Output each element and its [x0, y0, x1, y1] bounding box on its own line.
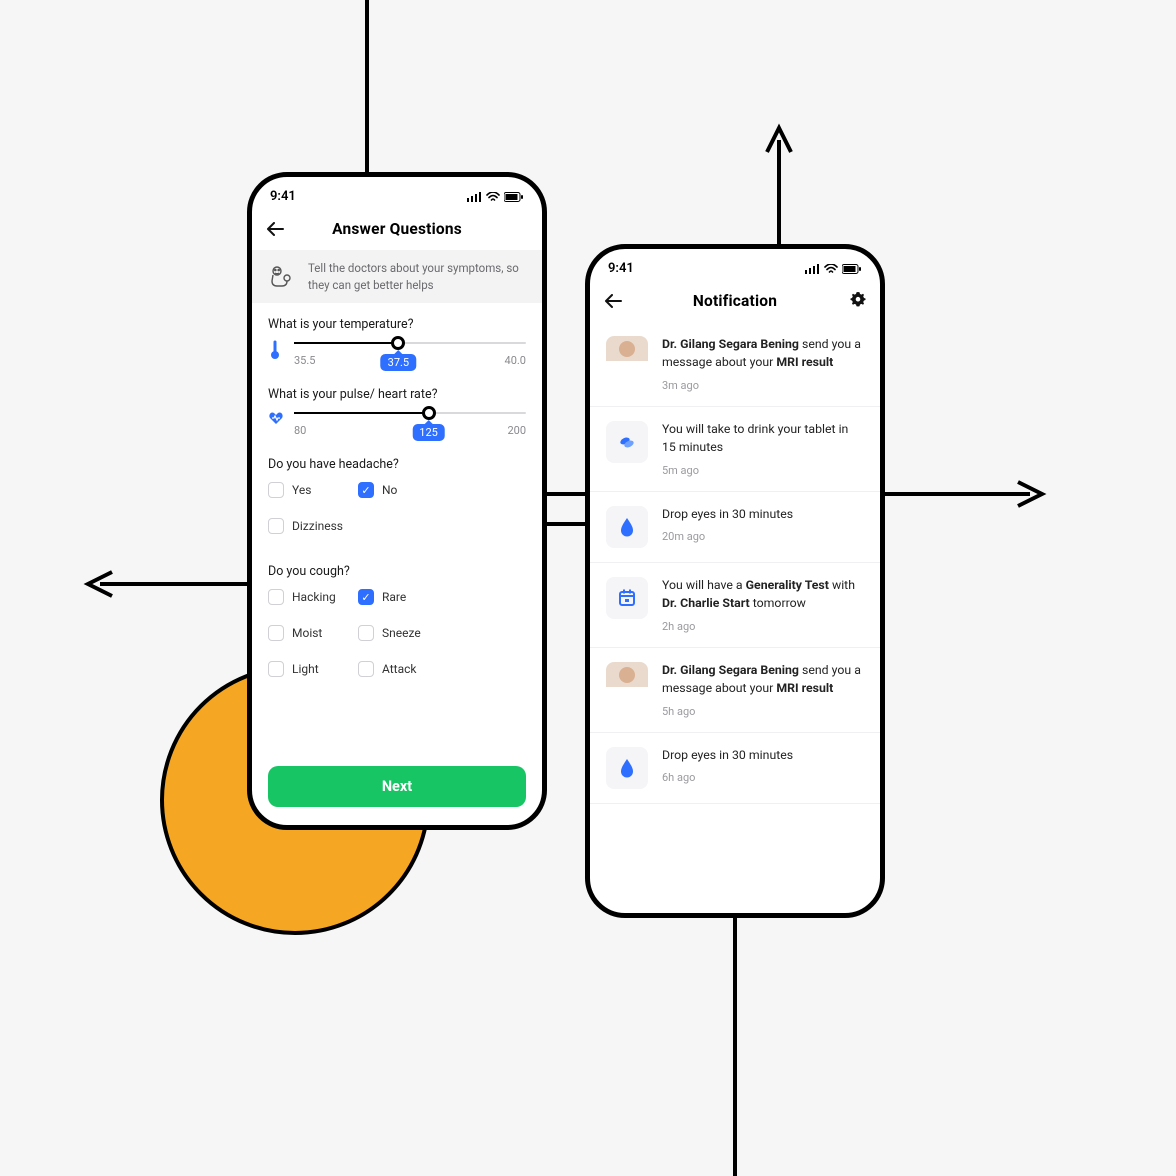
- notification-time: 5m ago: [662, 464, 864, 477]
- back-button[interactable]: [266, 219, 284, 239]
- q3-option[interactable]: Dizziness: [268, 518, 348, 534]
- q4-option[interactable]: Attack: [358, 661, 438, 677]
- checkbox-icon: ✓: [358, 482, 374, 498]
- q1-value-badge: 37.5: [381, 354, 416, 371]
- notification-item[interactable]: Dr. Gilang Segara Bening send you a mess…: [590, 648, 880, 733]
- statusbar-time: 9:41: [270, 189, 296, 204]
- q4: Do you cough? Hacking ✓ Rare Moist Sneeze Lig…: [252, 550, 542, 693]
- battery-icon: [504, 192, 524, 202]
- notification-text: Dr. Gilang Segara Bening send you a mess…: [662, 336, 864, 373]
- heart-rate-icon: [268, 410, 284, 430]
- checkbox-icon: [358, 625, 374, 641]
- wifi-icon: [486, 192, 500, 202]
- q1-slider[interactable]: 35.5 37.5 40.0: [294, 342, 526, 367]
- q3-option-label: Yes: [292, 483, 311, 497]
- notification-item[interactable]: Drop eyes in 30 minutes 6h ago: [590, 733, 880, 804]
- statusbar-icons: [467, 192, 524, 202]
- back-button[interactable]: [604, 291, 622, 311]
- statusbar: 9:41: [590, 249, 880, 280]
- statusbar: 9:41: [252, 177, 542, 208]
- q2-max: 200: [507, 424, 526, 437]
- q3-option-label: No: [382, 483, 397, 497]
- q1-max: 40.0: [505, 354, 526, 367]
- notification-time: 6h ago: [662, 771, 864, 784]
- notification-text: Drop eyes in 30 minutes: [662, 506, 864, 524]
- q1-min: 35.5: [294, 354, 315, 367]
- stethoscope-icon: [266, 262, 296, 292]
- signal-icon: [805, 264, 820, 274]
- statusbar-time: 9:41: [608, 261, 634, 276]
- q1: What is your temperature? 35.5 37.5 40.0: [252, 303, 542, 373]
- notification-item[interactable]: Dr. Gilang Segara Bening send you a mess…: [590, 322, 880, 407]
- q3-option-label: Dizziness: [292, 519, 343, 533]
- q4-option[interactable]: Hacking: [268, 589, 348, 605]
- avatar: [606, 336, 648, 378]
- checkbox-icon: ✓: [358, 589, 374, 605]
- signal-icon: [467, 192, 482, 202]
- notification-item[interactable]: Drop eyes in 30 minutes 20m ago: [590, 492, 880, 563]
- checkbox-icon: [358, 661, 374, 677]
- drop-icon: [606, 747, 648, 789]
- header: Answer Questions: [252, 208, 542, 250]
- settings-button[interactable]: [850, 291, 866, 312]
- battery-icon: [842, 264, 862, 274]
- q3-label: Do you have headache?: [268, 457, 526, 472]
- notification-text: You will take to drink your tablet in 15…: [662, 421, 864, 458]
- notification-item[interactable]: You will take to drink your tablet in 15…: [590, 407, 880, 492]
- checkbox-icon: [268, 482, 284, 498]
- q2: What is your pulse/ heart rate? 80 125 2…: [252, 373, 542, 443]
- notification-time: 3m ago: [662, 379, 864, 392]
- q4-option[interactable]: Sneeze: [358, 625, 438, 641]
- notification-time: 20m ago: [662, 530, 864, 543]
- phone-notification: 9:41 Notification Dr. Gilang Segara Beni…: [585, 244, 885, 918]
- q4-option-label: Moist: [292, 626, 322, 640]
- notification-item[interactable]: You will have a Generality Test with Dr.…: [590, 563, 880, 648]
- q2-min: 80: [294, 424, 306, 437]
- notification-time: 5h ago: [662, 705, 864, 718]
- arrow-left-icon: [266, 222, 284, 236]
- notification-text: Drop eyes in 30 minutes: [662, 747, 864, 765]
- notification-text: Dr. Gilang Segara Bening send you a mess…: [662, 662, 864, 699]
- statusbar-icons: [805, 264, 862, 274]
- q4-option[interactable]: Moist: [268, 625, 348, 641]
- page-title: Answer Questions: [332, 220, 462, 238]
- checkbox-icon: [268, 625, 284, 641]
- checkbox-icon: [268, 518, 284, 534]
- info-banner-text: Tell the doctors about your symptoms, so…: [308, 260, 528, 293]
- q1-label: What is your temperature?: [268, 317, 526, 332]
- pill-icon: [606, 421, 648, 463]
- notification-text: You will have a Generality Test with Dr.…: [662, 577, 864, 614]
- phone-answer-questions: 9:41 Answer Questions Tell the doctors a…: [247, 172, 547, 830]
- q2-label: What is your pulse/ heart rate?: [268, 387, 526, 402]
- q4-option-label: Sneeze: [382, 626, 421, 640]
- header: Notification: [590, 280, 880, 322]
- q3: Do you have headache? Yes ✓ No Dizziness: [252, 443, 542, 550]
- cal-icon: [606, 577, 648, 619]
- checkbox-icon: [268, 589, 284, 605]
- q4-label: Do you cough?: [268, 564, 526, 579]
- info-banner: Tell the doctors about your symptoms, so…: [252, 250, 542, 303]
- q3-option[interactable]: ✓ No: [358, 482, 438, 498]
- q4-option-label: Hacking: [292, 590, 336, 604]
- notification-list: Dr. Gilang Segara Bening send you a mess…: [590, 322, 880, 804]
- q3-option[interactable]: Yes: [268, 482, 348, 498]
- notification-time: 2h ago: [662, 620, 864, 633]
- gear-icon: [850, 291, 866, 307]
- avatar: [606, 662, 648, 704]
- next-button[interactable]: Next: [268, 766, 526, 807]
- thermometer-icon: [268, 340, 284, 364]
- q4-option-label: Attack: [382, 662, 416, 676]
- drop-icon: [606, 506, 648, 548]
- q4-option[interactable]: ✓ Rare: [358, 589, 438, 605]
- page-title: Notification: [693, 292, 777, 310]
- q2-value-badge: 125: [412, 424, 445, 441]
- q4-option-label: Light: [292, 662, 319, 676]
- q2-slider[interactable]: 80 125 200: [294, 412, 526, 437]
- q4-option[interactable]: Light: [268, 661, 348, 677]
- checkbox-icon: [268, 661, 284, 677]
- arrow-left-icon: [604, 294, 622, 308]
- q4-option-label: Rare: [382, 590, 406, 604]
- wifi-icon: [824, 264, 838, 274]
